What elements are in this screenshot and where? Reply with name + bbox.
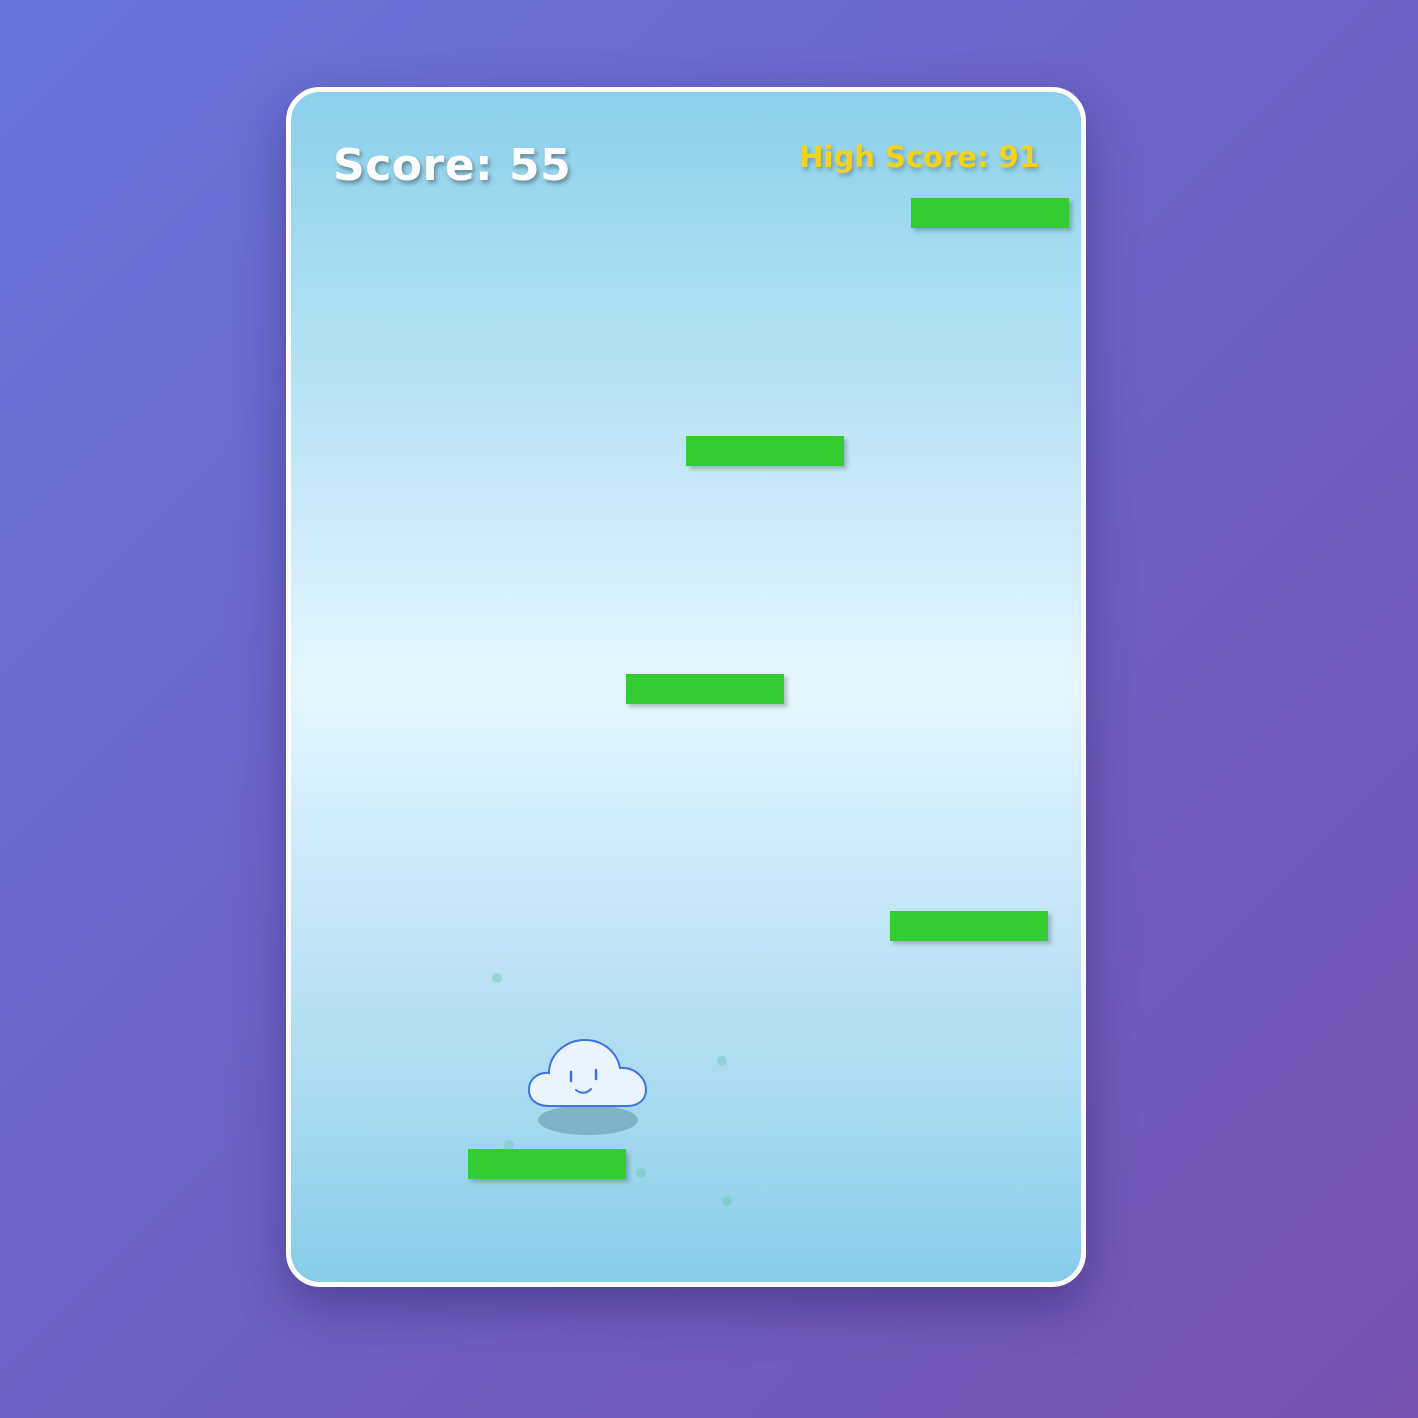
platform bbox=[890, 911, 1048, 941]
platform bbox=[468, 1149, 626, 1179]
platform bbox=[686, 436, 844, 466]
sparkle-particle bbox=[504, 1140, 514, 1150]
platform bbox=[626, 674, 784, 704]
score-label: Score: 55 bbox=[333, 140, 572, 191]
game-canvas[interactable]: Score: 55 High Score: 91 bbox=[286, 87, 1086, 1287]
player-character bbox=[527, 1028, 649, 1112]
sparkle-particle bbox=[492, 973, 502, 983]
sparkle-particle bbox=[722, 1196, 732, 1206]
sparkle-particle bbox=[717, 1056, 727, 1066]
cloud-face-icon bbox=[527, 1038, 648, 1107]
sparkle-particle bbox=[636, 1168, 646, 1178]
platform bbox=[911, 198, 1069, 228]
high-score-label: High Score: 91 bbox=[799, 140, 1039, 174]
